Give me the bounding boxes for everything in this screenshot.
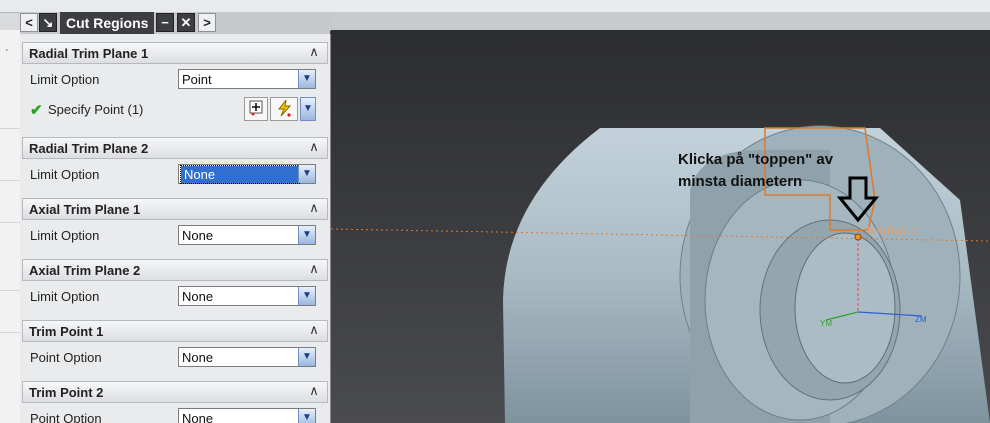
dropdown-arrow-icon[interactable]: ▼ [298,348,315,366]
checkmark-icon: ✔ [30,102,43,119]
group-header[interactable]: Axial Trim Plane 2 ∧ [22,259,328,281]
dropdown-arrow-icon[interactable]: ▼ [300,97,316,121]
point-option-row: Point Option None ▼ [22,403,328,423]
group-header[interactable]: Trim Point 1 ∧ [22,320,328,342]
limit-option-row: Limit Option None ▼ [22,159,328,189]
point-dialog-icon[interactable] [244,97,268,121]
instruction-annotation: Klicka på "toppen" av minsta diametern [678,149,898,193]
chevron-right-icon[interactable]: > [198,13,216,32]
cut-regions-dialog: Radial Trim Plane 1 ∧ Limit Option Point… [20,34,331,423]
point-option-row: Point Option None ▼ [22,342,328,372]
limit-option-select[interactable]: None ▼ [178,286,316,306]
annotation-line: Klicka på "toppen" av [678,151,834,168]
group-axial-trim-plane-2: Axial Trim Plane 2 ∧ Limit Option None ▼ [22,259,328,311]
limit-option-select[interactable]: None ▼ [178,164,316,184]
limit-option-label: Limit Option [30,72,100,87]
dialog-titlebar[interactable]: < ↘ Cut Regions − ✕ > [20,12,330,34]
limit-option-label: Limit Option [30,167,100,182]
minimize-icon[interactable]: − [156,13,174,32]
divider [0,290,20,291]
dropdown-arrow-icon[interactable]: ▼ [298,409,315,423]
select-value: None [182,350,214,365]
point-option-label: Point Option [30,350,102,365]
limit-option-select[interactable]: None ▼ [178,225,316,245]
viewport-header [330,12,990,31]
group-trim-point-1: Trim Point 1 ∧ Point Option None ▼ [22,320,328,372]
ym-axis-label: YM [820,319,832,328]
limit-option-row: Limit Option Point ▼ [22,64,328,94]
divider [0,332,20,333]
group-radial-trim-plane-1: Radial Trim Plane 1 ∧ Limit Option Point… [22,42,328,124]
close-icon[interactable]: ✕ [177,13,195,32]
zm-axis-label: ZM [915,315,927,324]
inferred-point-icon[interactable] [270,97,298,121]
group-title: Trim Point 1 [29,324,104,339]
dialog-title: Cut Regions [60,12,155,34]
specify-point-row: ✔ Specify Point (1) ▼ [22,94,328,124]
chevron-up-icon[interactable]: ∧ [305,261,323,279]
select-value: None [182,228,214,243]
chevron-up-icon[interactable]: ∧ [305,322,323,340]
select-value: None [182,411,214,423]
group-title: Axial Trim Plane 1 [29,202,141,217]
small-diameter [794,232,896,384]
select-value: None [180,165,300,184]
point-option-select[interactable]: None ▼ [178,408,316,423]
dropdown-arrow-icon[interactable]: ▼ [298,287,315,305]
point-option-select[interactable]: None ▼ [178,347,316,367]
dropdown-arrow-icon[interactable]: ▼ [298,70,315,88]
dropdown-arrow-icon[interactable]: ▼ [298,165,315,183]
divider [0,128,20,129]
dropdown-arrow-icon[interactable]: ▼ [298,226,315,244]
group-header[interactable]: Radial Trim Plane 1 ∧ [22,42,328,64]
navigator-sliver: · [0,30,21,423]
arrow-diagonal-icon[interactable]: ↘ [39,13,57,32]
chevron-up-icon[interactable]: ∧ [305,383,323,401]
group-header[interactable]: Radial Trim Plane 2 ∧ [22,137,328,159]
group-header[interactable]: Trim Point 2 ∧ [22,381,328,403]
limit-option-row: Limit Option None ▼ [22,220,328,250]
limit-option-label: Limit Option [30,289,100,304]
group-title: Axial Trim Plane 2 [29,263,141,278]
group-title: Radial Trim Plane 2 [29,141,149,156]
selected-point-marker[interactable] [854,233,862,241]
group-header[interactable]: Axial Trim Plane 1 ∧ [22,198,328,220]
group-title: Trim Point 2 [29,385,104,400]
limit-option-label: Limit Option [30,228,100,243]
specify-point-label[interactable]: Specify Point (1) [48,102,143,117]
group-axial-trim-plane-1: Axial Trim Plane 1 ∧ Limit Option None ▼ [22,198,328,250]
group-title: Radial Trim Plane 1 [29,46,149,61]
group-radial-trim-plane-2: Radial Trim Plane 2 ∧ Limit Option None … [22,137,328,189]
group-trim-point-2: Trim Point 2 ∧ Point Option None ▼ [22,381,328,423]
chevron-up-icon[interactable]: ∧ [305,200,323,218]
bullet-icon: · [5,44,9,56]
select-value: Point [182,72,212,87]
limit-option-select[interactable]: Point ▼ [178,69,316,89]
chevron-up-icon[interactable]: ∧ [305,139,323,157]
limit-option-row: Limit Option None ▼ [22,281,328,311]
radial-trim-label: Radial 1 [867,226,920,237]
select-value: None [182,289,214,304]
point-option-label: Point Option [30,411,102,423]
annotation-line: minsta diametern [678,173,803,190]
chevron-up-icon[interactable]: ∧ [305,44,323,62]
divider [0,222,20,223]
divider [0,180,20,181]
chevron-left-icon[interactable]: < [20,13,38,32]
